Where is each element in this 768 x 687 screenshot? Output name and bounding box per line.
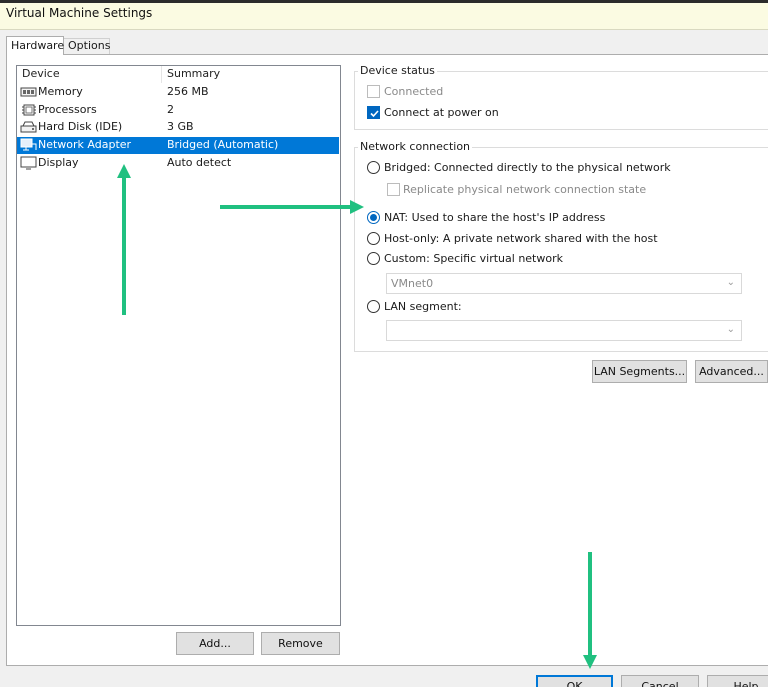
arrow-down-to-ok (583, 552, 597, 669)
tab-hardware[interactable]: Hardware (6, 36, 64, 55)
annotation-arrows (117, 164, 597, 669)
arrow-right-to-nat (220, 200, 364, 214)
arrow-up-to-network-adapter (117, 164, 131, 315)
